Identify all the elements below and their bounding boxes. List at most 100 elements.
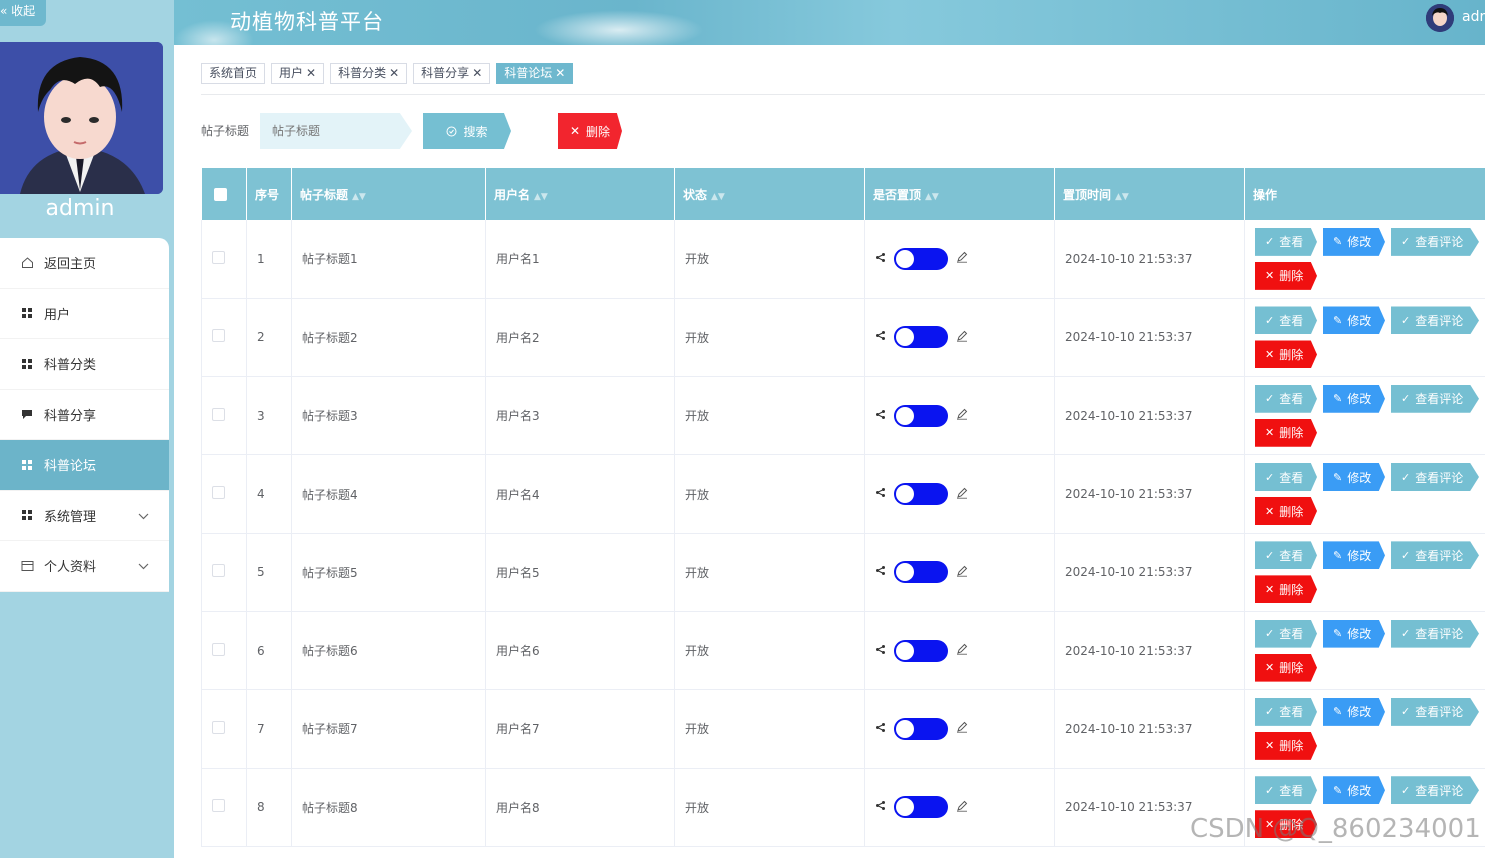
delete-button[interactable]: ✕ 删除 (1255, 575, 1317, 604)
close-icon[interactable]: ✕ (555, 66, 565, 80)
sort-icon[interactable]: ▲▼ (925, 192, 939, 202)
header-select-all[interactable] (201, 168, 247, 220)
user-avatar[interactable] (1426, 4, 1454, 32)
search-input[interactable] (260, 113, 412, 149)
sort-icon[interactable]: ▲▼ (534, 192, 548, 202)
edit-pencil-icon[interactable] (956, 251, 968, 266)
tab-categories[interactable]: 科普分类 ✕ (330, 63, 408, 84)
edit-button[interactable]: ✎ 修改 (1323, 776, 1385, 805)
view-comments-button[interactable]: ✓ 查看评论 (1391, 541, 1479, 570)
tab-users[interactable]: 用户 ✕ (271, 63, 325, 84)
tab-forum[interactable]: 科普论坛 ✕ (496, 63, 574, 84)
tab-share[interactable]: 科普分享 ✕ (413, 63, 491, 84)
delete-button[interactable]: ✕ 删除 (1255, 731, 1317, 760)
column-header[interactable]: 状态 ▲▼ (674, 168, 865, 220)
row-select-cell[interactable] (201, 220, 247, 299)
share-icon[interactable] (875, 722, 886, 736)
delete-button[interactable]: ✕ 删除 (1255, 497, 1317, 526)
sidebar-item-categories[interactable]: 科普分类 (0, 339, 169, 390)
close-icon[interactable]: ✕ (389, 66, 399, 80)
row-checkbox[interactable] (212, 329, 225, 343)
row-checkbox[interactable] (212, 486, 225, 500)
view-comments-button[interactable]: ✓ 查看评论 (1391, 306, 1479, 335)
view-comments-button[interactable]: ✓ 查看评论 (1391, 227, 1479, 256)
row-select-cell[interactable] (201, 533, 247, 612)
pin-toggle[interactable] (894, 404, 948, 427)
edit-button[interactable]: ✎ 修改 (1323, 619, 1385, 648)
pin-toggle[interactable] (894, 326, 948, 349)
sort-icon[interactable]: ▲▼ (352, 192, 366, 202)
collapse-button[interactable]: « 收起 (0, 0, 46, 26)
edit-button[interactable]: ✎ 修改 (1323, 541, 1385, 570)
view-comments-button[interactable]: ✓ 查看评论 (1391, 463, 1479, 492)
close-icon[interactable]: ✕ (472, 66, 482, 80)
column-header[interactable]: 用户名 ▲▼ (485, 168, 675, 220)
share-icon[interactable] (875, 487, 886, 501)
pin-toggle[interactable] (894, 247, 948, 270)
header-username[interactable]: adr (1462, 9, 1485, 25)
row-select-cell[interactable] (201, 689, 247, 769)
sidebar-item-share[interactable]: 科普分享 (0, 390, 169, 440)
share-icon[interactable] (875, 800, 886, 814)
share-icon[interactable] (875, 252, 886, 266)
row-checkbox[interactable] (212, 720, 225, 734)
delete-button[interactable]: ✕ 删除 (1255, 261, 1317, 290)
view-comments-button[interactable]: ✓ 查看评论 (1391, 384, 1479, 413)
tab-home[interactable]: 系统首页 (201, 63, 266, 84)
view-button[interactable]: ✓ 查看 (1255, 384, 1317, 413)
share-icon[interactable] (875, 565, 886, 579)
close-icon[interactable]: ✕ (306, 66, 316, 80)
row-checkbox[interactable] (212, 407, 225, 421)
column-header[interactable]: 是否置顶 ▲▼ (864, 168, 1055, 220)
edit-button[interactable]: ✎ 修改 (1323, 697, 1385, 726)
delete-button[interactable]: ✕ 删除 (1255, 653, 1317, 682)
view-button[interactable]: ✓ 查看 (1255, 619, 1317, 648)
sidebar-item-system[interactable]: 系统管理 (0, 491, 169, 541)
view-comments-button[interactable]: ✓ 查看评论 (1391, 697, 1479, 726)
edit-button[interactable]: ✎ 修改 (1323, 384, 1385, 413)
delete-button[interactable]: ✕ 删除 (1255, 340, 1317, 369)
pin-toggle[interactable] (894, 483, 948, 506)
row-checkbox[interactable] (212, 799, 225, 813)
view-button[interactable]: ✓ 查看 (1255, 697, 1317, 726)
column-header[interactable]: 置顶时间 ▲▼ (1054, 168, 1245, 220)
edit-pencil-icon[interactable] (956, 800, 968, 815)
edit-pencil-icon[interactable] (956, 643, 968, 658)
column-header[interactable]: 帖子标题 ▲▼ (291, 168, 486, 220)
delete-button[interactable]: ✕ 删除 (1255, 418, 1317, 447)
pin-toggle[interactable] (894, 561, 948, 584)
edit-button[interactable]: ✎ 修改 (1323, 463, 1385, 492)
view-button[interactable]: ✓ 查看 (1255, 227, 1317, 256)
row-select-cell[interactable] (201, 298, 247, 378)
view-button[interactable]: ✓ 查看 (1255, 776, 1317, 805)
view-button[interactable]: ✓ 查看 (1255, 541, 1317, 570)
sort-icon[interactable]: ▲▼ (711, 192, 725, 202)
share-icon[interactable] (875, 644, 886, 658)
pin-toggle[interactable] (894, 717, 948, 740)
share-icon[interactable] (875, 409, 886, 423)
view-button[interactable]: ✓ 查看 (1255, 463, 1317, 492)
view-comments-button[interactable]: ✓ 查看评论 (1391, 776, 1479, 805)
row-select-cell[interactable] (201, 454, 247, 534)
sidebar-item-users[interactable]: 用户 (0, 289, 169, 339)
row-checkbox[interactable] (212, 642, 225, 656)
edit-button[interactable]: ✎ 修改 (1323, 227, 1385, 256)
sidebar-item-profile[interactable]: 个人资料 (0, 541, 169, 592)
edit-pencil-icon[interactable] (956, 487, 968, 502)
row-select-cell[interactable] (201, 376, 247, 456)
row-select-cell[interactable] (201, 768, 247, 847)
edit-pencil-icon[interactable] (956, 565, 968, 580)
search-button[interactable]: 搜索 (423, 113, 511, 149)
sort-icon[interactable]: ▲▼ (1115, 192, 1129, 202)
batch-delete-button[interactable]: ✕ 删除 (558, 113, 622, 149)
sidebar-item-forum[interactable]: 科普论坛 (0, 440, 169, 491)
edit-pencil-icon[interactable] (956, 330, 968, 345)
pin-toggle[interactable] (894, 639, 948, 662)
sidebar-item-home[interactable]: 返回主页 (0, 238, 169, 289)
select-all-checkbox[interactable] (213, 188, 227, 201)
edit-pencil-icon[interactable] (956, 721, 968, 736)
view-button[interactable]: ✓ 查看 (1255, 306, 1317, 335)
pin-toggle[interactable] (894, 796, 948, 819)
edit-pencil-icon[interactable] (956, 408, 968, 423)
row-select-cell[interactable] (201, 611, 247, 691)
